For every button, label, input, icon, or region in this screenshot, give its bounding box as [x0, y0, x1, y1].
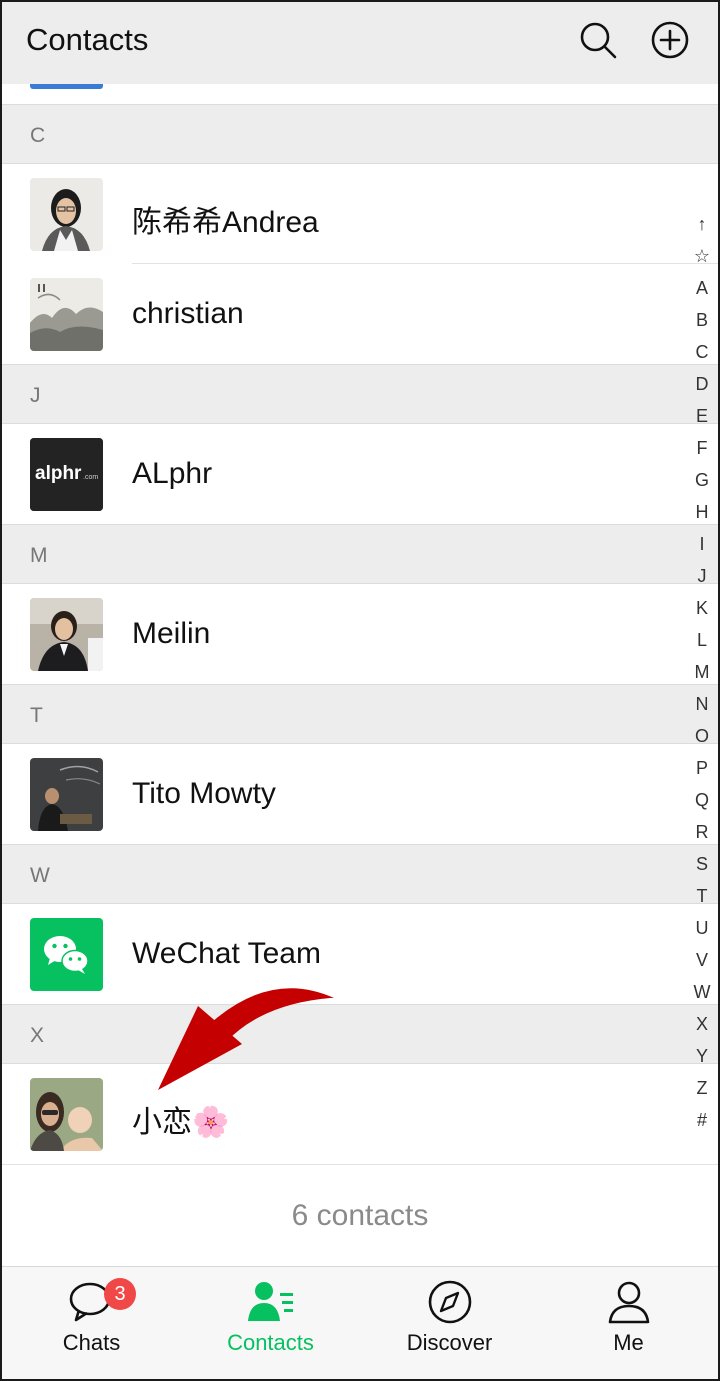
index-letter[interactable]: S: [690, 848, 714, 880]
contact-count-footer: 6 contacts: [2, 1164, 718, 1268]
page-title: Contacts: [26, 22, 149, 57]
alphabet-index[interactable]: ↑ ☆ A B C D E F G H I J K L M N O P Q R S T U V W X Y Z #: [690, 208, 714, 1136]
index-letter[interactable]: F: [690, 432, 714, 464]
search-icon: [580, 22, 617, 59]
avatar: [30, 758, 103, 831]
index-letter[interactable]: L: [690, 624, 714, 656]
index-letter[interactable]: ☆: [690, 240, 714, 272]
index-letter[interactable]: G: [690, 464, 714, 496]
search-button[interactable]: [578, 20, 618, 60]
index-letter[interactable]: K: [690, 592, 714, 624]
index-letter[interactable]: ↑: [690, 208, 714, 240]
avatar: [30, 178, 103, 251]
tab-label: Contacts: [227, 1330, 314, 1355]
contact-name: ALphr: [132, 457, 213, 490]
section-header-w: W: [2, 844, 718, 904]
alphr-logo-suffix: .com: [83, 474, 98, 481]
tab-discover[interactable]: Discover: [360, 1267, 539, 1367]
contact-row-christian[interactable]: christian: [2, 264, 718, 364]
tab-me[interactable]: Me: [539, 1267, 718, 1367]
contact-name: christian: [132, 297, 244, 330]
index-letter[interactable]: D: [690, 368, 714, 400]
alphr-logo-text: alphr: [35, 463, 82, 484]
section-letter: T: [30, 704, 43, 727]
index-letter[interactable]: W: [690, 976, 714, 1008]
section-header-x: X: [2, 1004, 718, 1064]
add-button[interactable]: [650, 20, 690, 60]
index-letter[interactable]: J: [690, 560, 714, 592]
bottom-tab-bar: 3 Chats Contacts Discover Me: [2, 1266, 718, 1366]
contact-row-wechat-team[interactable]: WeChat Team: [2, 904, 718, 1004]
index-letter[interactable]: A: [690, 272, 714, 304]
contact-name: WeChat Team: [132, 937, 321, 970]
tab-label: Discover: [406, 1330, 493, 1355]
index-letter[interactable]: Q: [690, 784, 714, 816]
compass-icon: [428, 1280, 471, 1324]
index-letter[interactable]: C: [690, 336, 714, 368]
index-letter[interactable]: #: [690, 1104, 714, 1136]
avatar: [30, 278, 103, 351]
index-letter[interactable]: U: [690, 912, 714, 944]
index-letter[interactable]: I: [690, 528, 714, 560]
section-header-c: C: [2, 104, 718, 164]
index-letter[interactable]: E: [690, 400, 714, 432]
contact-name: 小恋🌸: [132, 1106, 230, 1139]
contact-row-andrea[interactable]: 陈希希Andrea: [2, 164, 718, 264]
section-header-j: J: [2, 364, 718, 424]
wechat-logo-icon: [30, 918, 103, 991]
index-letter[interactable]: R: [690, 816, 714, 848]
section-letter: X: [30, 1024, 45, 1047]
contact-row-meilin[interactable]: Meilin: [2, 584, 718, 684]
top-bar: Contacts: [2, 2, 718, 84]
contact-row-tito[interactable]: Tito Mowty: [2, 744, 718, 844]
screen: Contacts C 陈希希Andrea christian J alphr .…: [0, 0, 720, 1381]
person-icon: [608, 1281, 649, 1324]
contact-name: 陈希希Andrea: [132, 206, 319, 239]
index-letter[interactable]: B: [690, 304, 714, 336]
index-letter[interactable]: O: [690, 720, 714, 752]
index-letter[interactable]: Y: [690, 1040, 714, 1072]
contact-name: Meilin: [132, 617, 211, 650]
tab-chats[interactable]: 3 Chats: [2, 1267, 181, 1367]
tab-contacts[interactable]: Contacts: [181, 1267, 360, 1367]
bottom-strip: [2, 1366, 718, 1379]
contacts-icon: [247, 1282, 293, 1321]
contact-count: 6 contacts: [291, 1199, 429, 1232]
contact-row-xiaolian[interactable]: 小恋🌸: [2, 1064, 718, 1164]
avatar: [30, 1078, 103, 1151]
section-letter: M: [30, 544, 48, 567]
contact-list[interactable]: C 陈希希Andrea christian J alphr .com ALphr…: [2, 84, 718, 1268]
index-letter[interactable]: H: [690, 496, 714, 528]
index-letter[interactable]: M: [690, 656, 714, 688]
index-letter[interactable]: T: [690, 880, 714, 912]
section-header-t: T: [2, 684, 718, 744]
contact-name: Tito Mowty: [132, 777, 276, 810]
index-letter[interactable]: V: [690, 944, 714, 976]
section-letter: J: [30, 384, 41, 407]
section-letter: W: [30, 864, 50, 887]
tab-label: Me: [613, 1330, 644, 1355]
section-letter: C: [30, 124, 46, 147]
contact-row-alphr[interactable]: alphr .com ALphr: [2, 424, 718, 524]
index-letter[interactable]: X: [690, 1008, 714, 1040]
plus-circle-icon: [651, 21, 689, 59]
section-header-m: M: [2, 524, 718, 584]
tab-label: Chats: [62, 1330, 121, 1355]
index-letter[interactable]: N: [690, 688, 714, 720]
avatar: [30, 598, 103, 671]
avatar: alphr .com: [30, 438, 103, 511]
previous-row-peek: [2, 84, 718, 104]
index-letter[interactable]: Z: [690, 1072, 714, 1104]
unread-badge: 3: [104, 1278, 136, 1310]
avatar-edge: [30, 84, 103, 89]
index-letter[interactable]: P: [690, 752, 714, 784]
